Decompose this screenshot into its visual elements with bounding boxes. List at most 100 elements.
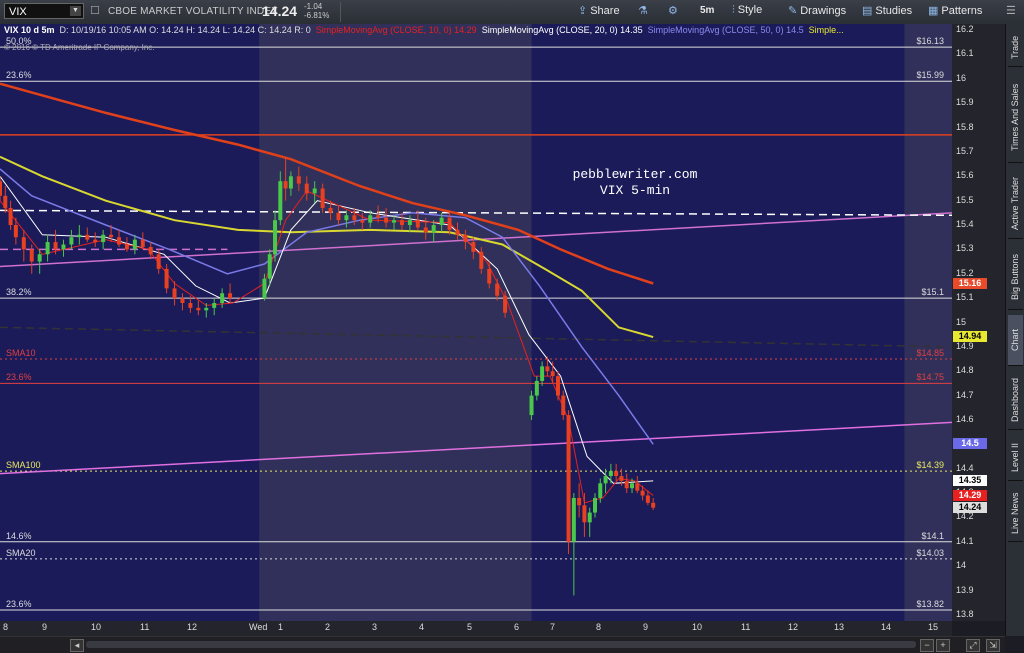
- candle-body: [228, 293, 233, 299]
- candle-body: [651, 502, 656, 508]
- studies-label: Studies: [875, 5, 913, 17]
- price-tick: 13.8: [956, 608, 974, 619]
- candle-body: [283, 181, 288, 189]
- price-tick: 14.9: [956, 340, 974, 351]
- scroll-track[interactable]: [86, 641, 916, 648]
- style-button[interactable]: ⫶ Style: [732, 4, 762, 17]
- sidebar-tab-times-and-sales[interactable]: Times And Sales: [1008, 72, 1023, 163]
- expand-button[interactable]: ⇲: [986, 639, 1000, 652]
- time-tick: 5: [467, 622, 473, 632]
- legend-symbol: VIX 10 d 5m: [4, 25, 55, 35]
- legend-sma20-value: 14.35: [620, 25, 643, 35]
- sidebar-tab-live-news[interactable]: Live News: [1008, 486, 1023, 542]
- price-tick: 14.8: [956, 365, 974, 376]
- price-tag: 14.35: [953, 474, 987, 486]
- candle-body: [85, 234, 90, 240]
- chart-scrollbar[interactable]: ◂ − + ⤢ ⇲: [0, 636, 1005, 653]
- candle-body: [577, 497, 582, 506]
- menu-icon[interactable]: ☰: [1006, 4, 1016, 17]
- price-tag: 14.5: [953, 438, 987, 450]
- zoom-out-button[interactable]: −: [920, 639, 934, 652]
- time-axis[interactable]: 8 9 10 11 12 Wed 1 2 3 4 5 6 7 8 9 10 11 12 13 14 15: [0, 621, 952, 636]
- time-tick: 11: [741, 622, 751, 632]
- candle-body: [384, 217, 389, 223]
- candle-body: [368, 215, 373, 223]
- copyright: © 2016 © TD Ameritrade IP Company, Inc.: [4, 43, 155, 52]
- sidebar-tab-trade[interactable]: Trade: [1008, 28, 1023, 67]
- price-tick: 15.2: [956, 267, 974, 278]
- candle-body: [624, 480, 629, 489]
- candle-body: [180, 298, 185, 304]
- time-tick: 15: [928, 622, 939, 632]
- time-tick: 1: [278, 622, 284, 632]
- settings-button[interactable]: ⚙: [668, 4, 681, 17]
- sidebar-tab-big-buttons[interactable]: Big Buttons: [1008, 244, 1023, 310]
- interval-button[interactable]: 5m: [700, 5, 714, 16]
- candle-body: [304, 183, 309, 194]
- price-tick: 14.2: [956, 511, 974, 522]
- security-name: CBOE MARKET VOLATILITY INDEX: [108, 6, 279, 17]
- candle-body: [124, 244, 129, 250]
- candle-body: [603, 476, 608, 484]
- after-hours-band: [259, 24, 532, 621]
- scroll-left-button[interactable]: ◂: [70, 639, 84, 652]
- favorite-icon[interactable]: ☐: [90, 4, 100, 17]
- zoom-fit-button[interactable]: ⤢: [966, 639, 980, 652]
- time-tick: 8: [3, 622, 9, 632]
- candle-body: [376, 215, 381, 218]
- time-tick: Wed: [249, 622, 268, 632]
- legend-sma50: SimpleMovingAvg (CLOSE, 50, 0): [647, 25, 784, 35]
- change-percent: -6.81%: [304, 11, 330, 20]
- time-tick: 3: [372, 622, 378, 632]
- candle-body: [69, 237, 74, 245]
- candle-body: [503, 295, 508, 313]
- candle-body: [328, 207, 333, 213]
- candle-body: [561, 395, 566, 416]
- candle-body: [296, 176, 301, 184]
- candle-body: [545, 366, 550, 372]
- price-tick: 15.1: [956, 292, 974, 303]
- symbol-input[interactable]: VIX ▼: [4, 3, 84, 19]
- pencil-icon: ✎: [788, 5, 798, 17]
- price-tick: 14.6: [956, 413, 974, 424]
- price-tick: 15.8: [956, 121, 974, 132]
- price-chart[interactable]: [0, 24, 952, 621]
- candle-body: [392, 220, 397, 223]
- drawings-button[interactable]: ✎ Drawings: [788, 4, 846, 17]
- sidebar-tab-level-ii[interactable]: Level II: [1008, 435, 1023, 481]
- candle-body: [619, 476, 624, 481]
- candle-body: [320, 188, 325, 208]
- candle-body: [93, 239, 98, 243]
- price-tick: 16: [956, 72, 967, 83]
- time-tick: 8: [596, 622, 602, 632]
- candle-body: [587, 512, 592, 523]
- candle-body: [487, 268, 492, 284]
- price-tag: 14.94: [953, 331, 987, 343]
- candle-body: [407, 220, 412, 226]
- candle-body: [431, 225, 436, 233]
- right-sidebar: Trade Times And Sales Active Trader Big But…: [1005, 24, 1024, 636]
- sidebar-tab-dashboard[interactable]: Dashboard: [1008, 371, 1023, 430]
- sidebar-tab-chart[interactable]: Chart: [1008, 315, 1023, 366]
- patterns-button[interactable]: ▦ Patterns: [928, 4, 982, 17]
- share-button[interactable]: ⇪ Share: [578, 4, 620, 17]
- candles-icon: ⫶: [732, 4, 735, 16]
- flask-icon: ⚗: [638, 5, 648, 17]
- symbol-dropdown-icon[interactable]: ▼: [70, 6, 81, 16]
- change-value: -1.04: [304, 2, 323, 11]
- studies-button[interactable]: ▤ Studies: [862, 4, 912, 17]
- candle-body: [312, 188, 317, 194]
- drawings-label: Drawings: [800, 5, 847, 17]
- sidebar-tab-active-trader[interactable]: Active Trader: [1008, 168, 1023, 239]
- time-tick: 12: [788, 622, 799, 632]
- candle-body: [555, 376, 560, 396]
- price-tick: 15.3: [956, 243, 974, 254]
- candle-body: [529, 395, 534, 416]
- candle-body: [614, 471, 619, 477]
- candle-body: [566, 415, 571, 542]
- candle-body: [423, 227, 428, 233]
- flask-button[interactable]: ⚗: [638, 4, 651, 17]
- candle-body: [455, 229, 460, 235]
- zoom-in-button[interactable]: +: [936, 639, 950, 652]
- price-axis[interactable]: 16.2 16.1 16 15.9 15.8 15.7 15.6 15.5 15.4 15.3 15…: [952, 24, 1005, 621]
